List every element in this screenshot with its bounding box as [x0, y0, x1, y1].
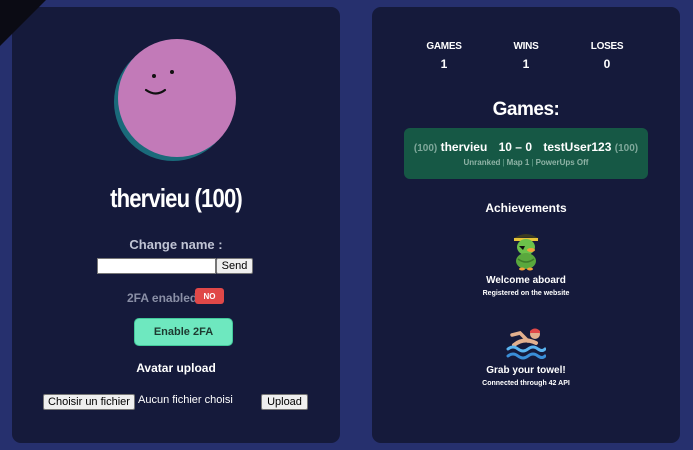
stat-wins: WINS 1	[496, 41, 556, 71]
match-score: 10 – 0	[498, 140, 532, 154]
games-title: Games:	[492, 99, 560, 120]
achievement-name: Welcome aboard	[486, 275, 566, 286]
achievement-item: Welcome aboard Registered on the website	[372, 229, 680, 297]
stat-games-value: 1	[440, 57, 448, 71]
enable-2fa-button[interactable]: Enable 2FA	[134, 318, 233, 346]
profile-username: thervieu (100)	[110, 183, 243, 213]
player1-name: thervieu	[440, 140, 488, 154]
match-summary: (100) thervieu 10 – 0 testUser123 (100)	[404, 140, 648, 154]
stat-wins-value: 1	[522, 57, 530, 71]
stat-games-label: GAMES	[426, 41, 462, 52]
twofa-status-badge: NO	[195, 288, 224, 304]
match-mode: Unranked	[463, 158, 501, 167]
swimmer-icon	[506, 328, 546, 360]
send-button[interactable]: Send	[216, 258, 253, 274]
pirate-duck-icon	[513, 234, 539, 271]
stat-loses: LOSES 0	[577, 41, 637, 71]
smiley-face-icon	[144, 70, 174, 95]
choose-file-button[interactable]: Choisir un fichier	[43, 394, 135, 410]
twofa-label: 2FA enabled:	[127, 291, 202, 305]
match-card[interactable]: (100) thervieu 10 – 0 testUser123 (100) …	[404, 128, 648, 179]
match-map: Map 1	[506, 158, 530, 167]
achievement-item: Grab your towel! Connected through 42 AP…	[372, 325, 680, 387]
stat-loses-value: 0	[603, 57, 611, 71]
player2-elo: (100)	[614, 143, 639, 154]
player1-elo: (100)	[413, 143, 438, 154]
change-name-label: Change name :	[129, 237, 223, 252]
corner-decoration	[0, 0, 46, 46]
achievements-title: Achievements	[485, 201, 567, 215]
achievement-name: Grab your towel!	[486, 365, 566, 376]
stats-panel: GAMES 1 WINS 1 LOSES 0 Games: (100) ther…	[372, 7, 680, 443]
achievement-description: Connected through 42 API	[482, 380, 570, 387]
stat-games: GAMES 1	[414, 41, 474, 71]
file-status-text: Aucun fichier choisi	[138, 394, 233, 406]
avatar	[114, 39, 236, 161]
match-powerups: PowerUps Off	[535, 158, 589, 167]
avatar-upload-title: Avatar upload	[136, 361, 216, 375]
player2-name: testUser123	[543, 140, 612, 154]
profile-panel: thervieu (100) Change name : Send 2FA en…	[12, 7, 340, 443]
change-name-input[interactable]	[97, 258, 216, 274]
upload-button[interactable]: Upload	[261, 394, 308, 410]
stat-wins-label: WINS	[513, 41, 539, 52]
achievement-description: Registered on the website	[482, 290, 570, 297]
match-meta: Unranked | Map 1 | PowerUps Off	[463, 158, 589, 167]
stat-loses-label: LOSES	[590, 41, 624, 52]
